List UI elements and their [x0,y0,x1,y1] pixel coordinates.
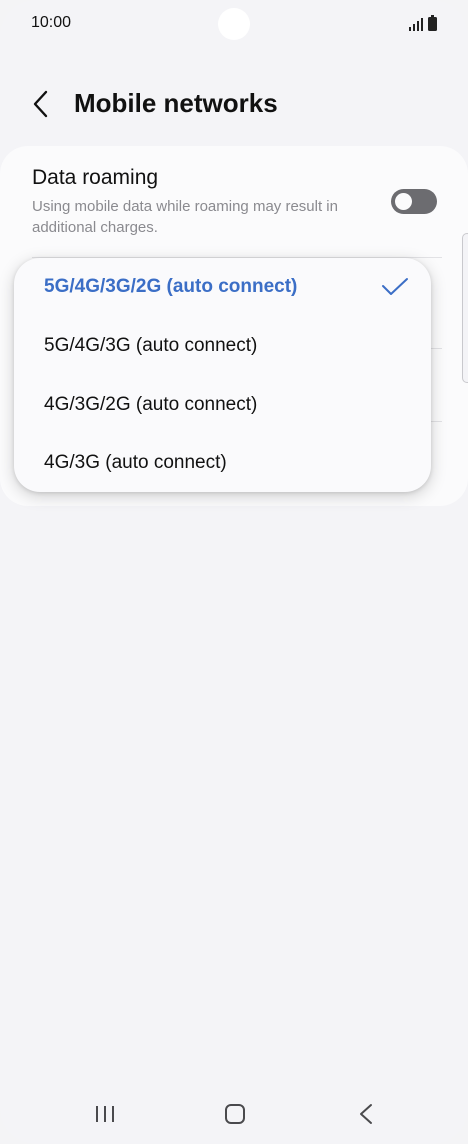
data-roaming-description: Using mobile data while roaming may resu… [32,198,338,236]
home-button[interactable] [225,1104,245,1124]
front-camera [218,8,250,40]
data-roaming-toggle[interactable] [391,189,437,214]
battery-icon [428,15,437,31]
option-5g-4g-3g-2g[interactable]: 5G/4G/3G/2G (auto connect) [14,258,431,316]
nav-back-button[interactable] [358,1103,374,1125]
option-4g-3g-2g[interactable]: 4G/3G/2G (auto connect) [14,376,431,434]
back-arrow-icon [33,90,48,118]
scrollbar[interactable] [462,233,468,383]
option-label: 4G/3G/2G (auto connect) [44,394,258,415]
option-4g-3g[interactable]: 4G/3G (auto connect) [14,434,431,492]
toggle-knob [395,193,412,210]
page-title: Mobile networks [74,88,278,118]
option-label: 5G/4G/3G (auto connect) [44,335,258,356]
option-5g-4g-3g[interactable]: 5G/4G/3G (auto connect) [14,317,431,375]
option-label: 5G/4G/3G/2G (auto connect) [44,276,298,297]
data-roaming-title: Data roaming [32,166,159,189]
screen: 10:00 Mobile networks Data roaming Using… [0,0,468,1144]
network-mode-dropdown: 5G/4G/3G/2G (auto connect) 5G/4G/3G (aut… [14,258,431,492]
status-bar: 10:00 [0,0,468,50]
status-time: 10:00 [31,14,72,31]
check-icon [382,278,408,295]
back-button[interactable] [26,86,56,122]
recent-apps-button[interactable] [93,1104,117,1124]
signal-icon [409,18,423,31]
option-label: 4G/3G (auto connect) [44,452,227,473]
